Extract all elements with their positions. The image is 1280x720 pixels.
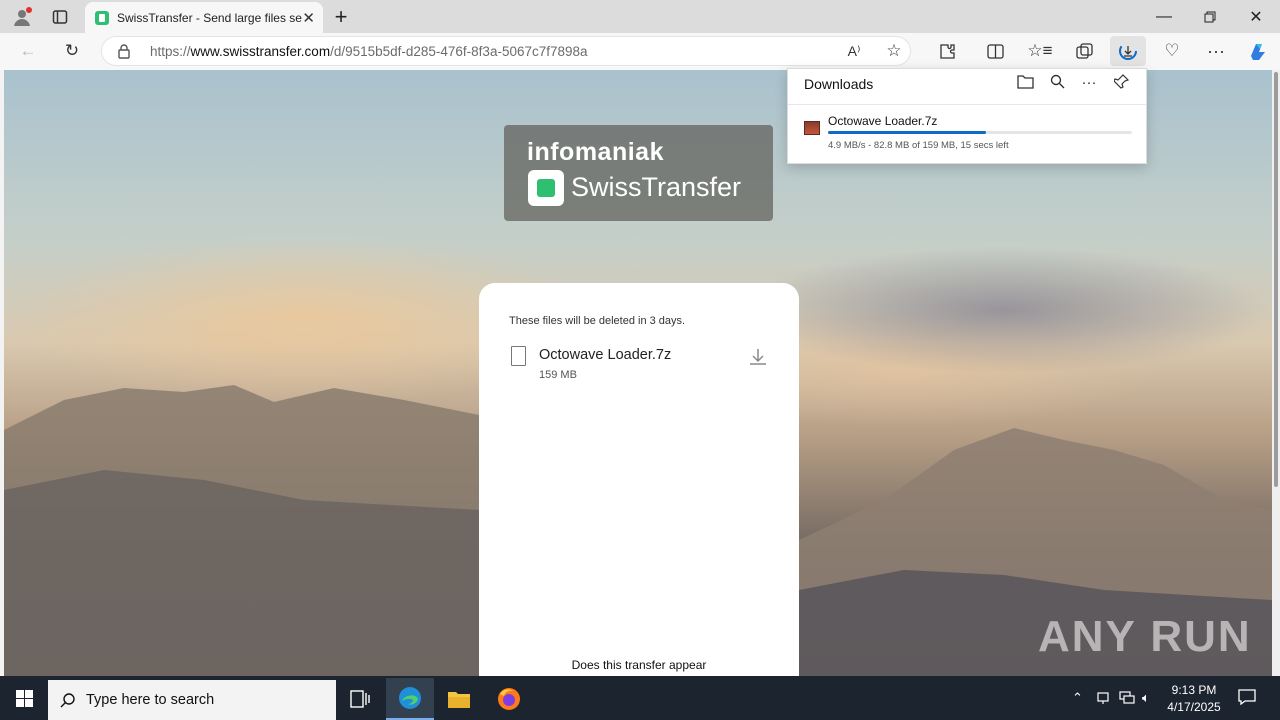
download-file-name[interactable]: Octowave Loader.7z [828, 114, 937, 128]
infomaniak-swisstransfer-logo: infomaniak SwissTransfer [504, 125, 773, 221]
downloads-button[interactable] [1110, 36, 1146, 66]
settings-more-icon[interactable]: ··· [1200, 36, 1232, 66]
more-options-icon[interactable]: ··· [1078, 74, 1100, 94]
firefox-icon[interactable] [485, 678, 533, 720]
split-screen-icon[interactable] [979, 36, 1011, 66]
back-button[interactable]: ← [12, 36, 44, 66]
report-transfer-text[interactable]: Does this transfer appear [479, 658, 799, 672]
refresh-button[interactable]: ↻ [56, 36, 88, 66]
file-size: 159 MB [539, 369, 577, 381]
favorite-star-icon[interactable]: ☆ [878, 36, 910, 66]
copilot-icon[interactable] [1242, 36, 1274, 66]
tab-actions-icon[interactable] [46, 4, 74, 30]
taskbar-search-text: Type here to search [86, 692, 215, 708]
download-status: 4.9 MB/s - 82.8 MB of 159 MB, 15 secs le… [828, 140, 1009, 151]
transfer-card: These files will be deleted in 3 days. O… [479, 283, 799, 676]
profile-icon[interactable] [8, 4, 36, 30]
swisstransfer-favicon-icon [95, 10, 109, 25]
downloads-title: Downloads [804, 76, 874, 92]
notifications-icon[interactable] [1238, 689, 1256, 708]
url-path: /d/9515b5df-d285-476f-8f3a-5067c7f7898a [330, 43, 588, 59]
url-host: www.swisstransfer.com [190, 43, 331, 59]
extensions-icon[interactable] [931, 36, 963, 66]
file-explorer-icon[interactable] [435, 678, 483, 720]
browser-essentials-icon[interactable]: ♡ [1156, 36, 1188, 66]
search-downloads-icon[interactable] [1046, 74, 1068, 94]
close-window-button[interactable]: ✕ [1233, 0, 1279, 33]
swisstransfer-logo-icon [528, 170, 564, 206]
infomaniak-brand: infomaniak [527, 138, 664, 166]
scrollbar-thumb[interactable] [1274, 72, 1278, 487]
swisstransfer-product-name: SwissTransfer [571, 172, 742, 202]
show-hidden-icons-chevron-icon[interactable]: ⌃ [1072, 690, 1083, 706]
file-icon [511, 346, 526, 366]
volume-icon[interactable]: 🔈︎ [1142, 690, 1150, 706]
new-tab-button[interactable]: + [328, 4, 354, 30]
open-folder-icon[interactable] [1014, 74, 1036, 94]
search-icon [60, 692, 76, 713]
url-prefix: https:// [150, 43, 191, 59]
clock-date: 4/17/2025 [1167, 700, 1221, 714]
address-bar[interactable]: https://www.swisstransfer.com/d/9515b5df… [101, 36, 911, 66]
network-icon[interactable] [1119, 690, 1135, 707]
system-clock[interactable]: 9:13 PM 4/17/2025 [1160, 682, 1228, 716]
favorites-icon[interactable]: ☆≡ [1024, 36, 1056, 66]
tab-title: SwissTransfer - Send large files se [117, 10, 302, 25]
clock-time: 9:13 PM [1171, 683, 1217, 697]
deletion-notice: These files will be deleted in 3 days. [509, 315, 686, 327]
edge-taskbar-icon[interactable] [386, 678, 434, 720]
archive-file-icon [804, 121, 820, 135]
read-aloud-icon[interactable]: A⁾ [838, 36, 870, 66]
download-progress-fill [828, 131, 987, 134]
panel-divider [788, 104, 1146, 105]
restore-button[interactable] [1187, 0, 1233, 33]
taskbar-search-box[interactable]: Type here to search [48, 680, 336, 720]
network-adapter-icon[interactable] [1096, 690, 1110, 707]
download-file-icon[interactable] [747, 347, 769, 369]
file-name[interactable]: Octowave Loader.7z [539, 347, 671, 363]
collections-icon[interactable] [1068, 36, 1100, 66]
downloads-panel: Downloads ··· Octowave Loader.7z 4.9 MB/… [787, 68, 1147, 164]
start-button[interactable] [0, 676, 48, 720]
download-progress-track [828, 131, 1132, 134]
lock-icon[interactable] [117, 43, 133, 59]
anyrun-watermark: ANY RUN [1038, 612, 1252, 661]
close-tab-icon[interactable]: ✕ [302, 9, 315, 27]
tab-swisstransfer[interactable]: SwissTransfer - Send large files se ✕ [85, 2, 323, 33]
task-view-icon[interactable] [336, 678, 384, 720]
minimize-button[interactable]: — [1141, 0, 1187, 33]
pin-icon[interactable] [1110, 74, 1132, 94]
